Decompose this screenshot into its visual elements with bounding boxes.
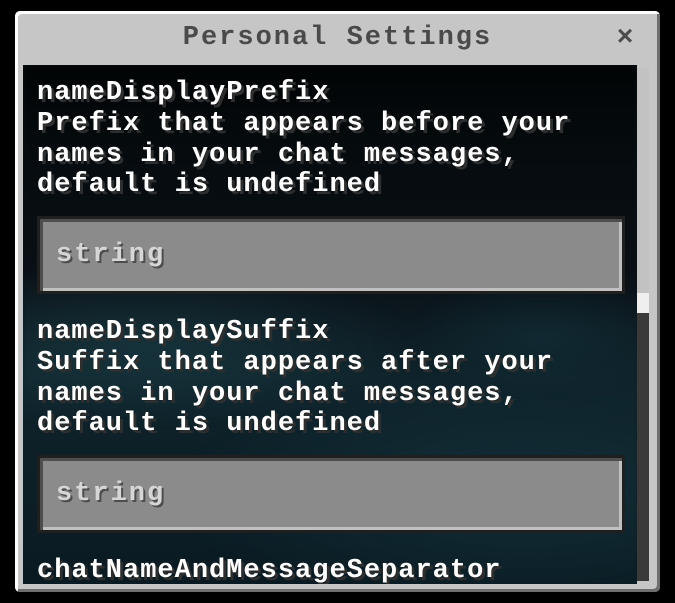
setting-key: nameDisplayPrefix bbox=[37, 79, 617, 107]
settings-window: Personal Settings × nameDisplayPrefix Pr… bbox=[12, 8, 663, 595]
titlebar: Personal Settings × bbox=[15, 11, 660, 65]
setting-input-name-display-prefix[interactable]: string bbox=[37, 216, 625, 294]
close-button[interactable]: × bbox=[612, 25, 640, 53]
scrollbar[interactable] bbox=[637, 68, 649, 581]
content-panel: nameDisplayPrefix Prefix that appears be… bbox=[23, 65, 637, 584]
setting-key: nameDisplaySuffix bbox=[37, 318, 617, 346]
scrollbar-thumb-highlight[interactable] bbox=[637, 293, 649, 313]
setting-item: nameDisplayPrefix Prefix that appears be… bbox=[37, 79, 617, 294]
setting-item: nameDisplaySuffix Suffix that appears af… bbox=[37, 318, 617, 533]
scrollbar-thumb[interactable] bbox=[637, 68, 649, 293]
scroll-area: nameDisplayPrefix Prefix that appears be… bbox=[23, 65, 637, 584]
setting-item: chatNameAndMessageSeparator bbox=[37, 557, 617, 584]
close-icon: × bbox=[617, 20, 635, 51]
content-wrap: nameDisplayPrefix Prefix that appears be… bbox=[23, 65, 652, 584]
setting-desc: Suffix that appears after your names in … bbox=[37, 348, 597, 439]
setting-key: chatNameAndMessageSeparator bbox=[37, 557, 617, 584]
window-title: Personal Settings bbox=[183, 23, 492, 53]
setting-input-name-display-suffix[interactable]: string bbox=[37, 455, 625, 533]
setting-desc: Prefix that appears before your names in… bbox=[37, 109, 597, 200]
